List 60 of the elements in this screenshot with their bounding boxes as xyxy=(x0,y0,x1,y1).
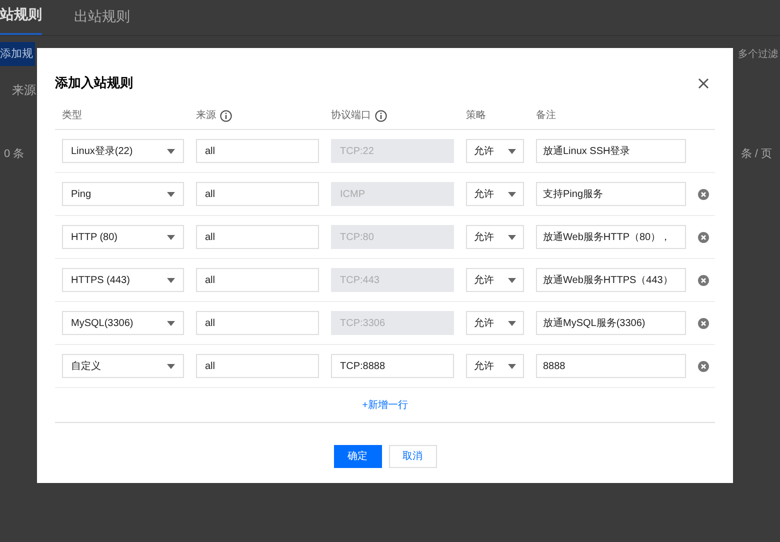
remove-icon[interactable] xyxy=(698,318,709,328)
caret-icon xyxy=(167,278,175,282)
input-field[interactable]: all xyxy=(196,311,319,335)
total-count: 0 条 xyxy=(4,147,24,162)
column-header: 策略 xyxy=(466,109,486,123)
confirm-button[interactable]: 确定 xyxy=(334,445,382,468)
caret-icon xyxy=(167,320,175,326)
remove-icon[interactable] xyxy=(698,360,709,372)
input-field[interactable]: TCP:8888 xyxy=(331,354,454,378)
input-field[interactable]: 放通Web服务HTTPS（443） xyxy=(536,268,686,292)
type-select[interactable]: Linux登录(22) xyxy=(62,139,184,163)
column-header: 协议端口 xyxy=(331,108,371,123)
caret-icon xyxy=(167,192,175,196)
caret-icon xyxy=(167,364,175,368)
tab[interactable]: 出站规则 xyxy=(74,6,130,35)
caret-icon xyxy=(508,148,516,154)
column-header: 类型 xyxy=(62,108,82,123)
caret-icon xyxy=(508,364,516,368)
add-row-link[interactable]: +新增一行 xyxy=(362,398,408,412)
info-icon xyxy=(220,110,232,122)
input-field[interactable]: 8888 xyxy=(536,354,686,378)
column-header: 备注 xyxy=(536,108,556,123)
add-rule-button[interactable]: 添加规 xyxy=(0,42,35,66)
caret-icon xyxy=(167,148,175,154)
page-size: 条 / 页 xyxy=(740,147,772,162)
type-select[interactable]: HTTP (80) xyxy=(62,225,184,249)
caret-icon xyxy=(508,234,516,240)
policy-select[interactable]: 允许 xyxy=(466,268,524,292)
input-field[interactable]: all xyxy=(196,182,319,206)
input-field[interactable]: 放通MySQL服务(3306) xyxy=(536,311,686,335)
policy-select[interactable]: 允许 xyxy=(466,225,524,249)
type-select[interactable]: 自定义 xyxy=(62,354,184,378)
input-field[interactable]: all xyxy=(196,225,319,249)
input-field[interactable]: all xyxy=(196,139,319,163)
input-field[interactable]: 放通Linux SSH登录 xyxy=(536,139,686,163)
type-select[interactable]: MySQL(3306) xyxy=(62,311,184,335)
input-field[interactable]: all xyxy=(196,268,319,292)
policy-select[interactable]: 允许 xyxy=(466,311,524,335)
remove-icon[interactable] xyxy=(698,188,709,200)
filter-label: 来源 xyxy=(12,83,36,97)
caret-icon xyxy=(508,192,516,196)
policy-select[interactable]: 允许 xyxy=(466,182,524,206)
column-header: 来源 xyxy=(196,108,216,123)
input-field[interactable]: 放通Web服务HTTP（80）， xyxy=(536,225,686,249)
info-icon xyxy=(375,110,387,122)
type-select[interactable]: HTTPS (443) xyxy=(62,268,184,292)
remove-icon[interactable] xyxy=(698,274,709,286)
filter-hint: 多个过滤 xyxy=(738,48,778,62)
close-icon[interactable] xyxy=(698,78,709,88)
remove-icon[interactable] xyxy=(698,232,709,242)
input-field[interactable]: 支持Ping服务 xyxy=(536,182,686,206)
type-select[interactable]: Ping xyxy=(62,182,184,206)
caret-icon xyxy=(508,320,516,326)
policy-select[interactable]: 允许 xyxy=(466,354,524,378)
caret-icon xyxy=(167,234,175,240)
dialog-title: 添加入站规则 xyxy=(55,74,133,92)
input-field[interactable]: all xyxy=(196,354,319,378)
policy-select[interactable]: 允许 xyxy=(466,139,524,163)
cancel-button[interactable]: 取消 xyxy=(388,445,436,468)
caret-icon xyxy=(508,278,516,282)
